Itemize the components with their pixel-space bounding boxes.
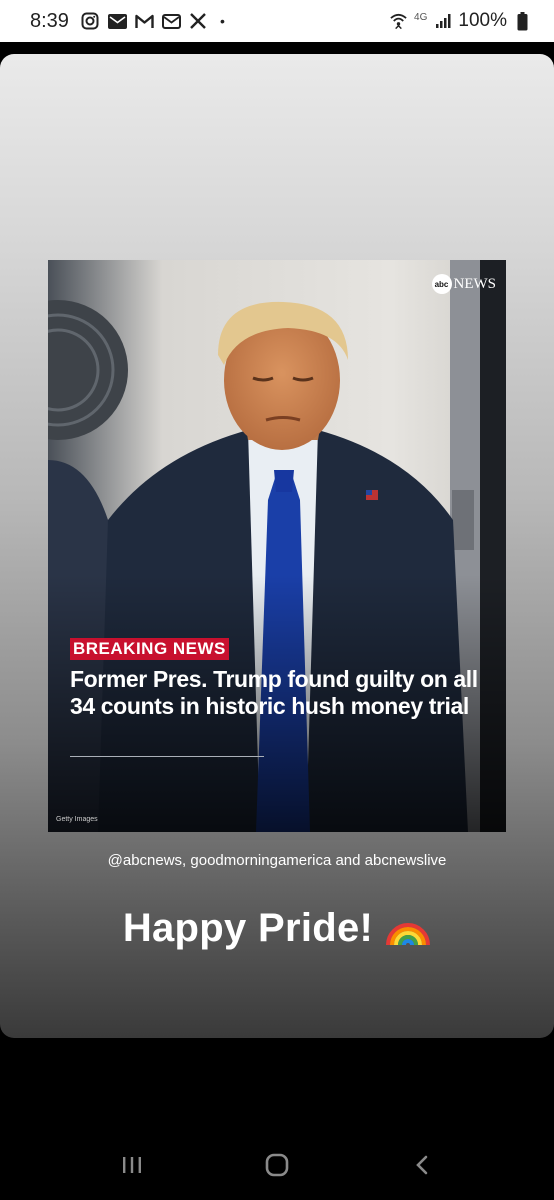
status-time: 8:39 [30,9,69,32]
shared-post-card[interactable]: abc NEWS BREAKING NEWS Former Pres. Trum… [48,260,506,832]
recent-apps-button[interactable] [112,1150,152,1180]
rainbow-icon [386,922,431,945]
navigation-bar [0,1130,554,1200]
back-button[interactable] [402,1150,442,1180]
x-icon [189,12,208,31]
status-left: 8:39 • [30,10,225,33]
recent-apps-icon [123,1157,142,1173]
post-headline: Former Pres. Trump found guilty on all 3… [70,666,478,719]
home-icon [265,1153,289,1177]
story-caption: Happy Pride! [0,906,554,951]
story-mentions[interactable]: @abcnews, goodmorningamerica and abcnews… [0,852,554,869]
instagram-icon [81,12,100,31]
battery-icon [513,11,532,31]
story-view[interactable]: abc NEWS BREAKING NEWS Former Pres. Trum… [0,54,554,1038]
network-type: 4G [414,11,428,23]
status-bar: 8:39 • 4G 100% [0,0,554,42]
mail-icon-2 [161,12,181,31]
signal-icon [433,12,452,31]
abc-news-logo: abc NEWS [431,274,497,294]
caption-text: Happy Pride! [122,906,374,950]
mail-icon [107,12,127,31]
abc-logo-circle: abc [431,274,452,294]
abc-logo-text: NEWS [453,275,497,292]
breaking-news-tag: BREAKING NEWS [70,638,229,660]
home-button[interactable] [257,1150,297,1180]
back-icon [415,1155,427,1175]
status-right: 4G 100% [389,10,532,32]
photo-credit: Getty Images [56,816,98,823]
notification-dot: • [219,13,225,29]
battery-percent: 100% [458,10,507,31]
headline-divider [70,756,264,757]
news-photo [48,260,506,832]
wifi-calling-icon [389,12,408,31]
gmail-icon [135,12,154,31]
